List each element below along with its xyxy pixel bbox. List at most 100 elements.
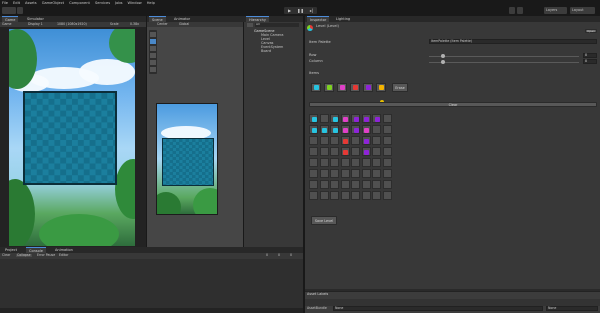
save-level-button[interactable]: Save Level — [311, 216, 337, 225]
item-palette-field[interactable]: ItemPalette (Item Palette) — [429, 39, 597, 44]
account-button[interactable] — [2, 7, 16, 14]
grid-cell[interactable] — [382, 180, 392, 189]
hierarchy-item-board[interactable]: Board — [261, 49, 271, 53]
hierarchy-search-input[interactable]: All — [255, 23, 299, 27]
grid-cell[interactable] — [361, 169, 371, 178]
column-value[interactable]: 8 — [583, 59, 597, 64]
rotate-tool-icon[interactable] — [150, 46, 156, 51]
console-log-count[interactable]: 0 — [266, 253, 268, 257]
move-tool-icon[interactable] — [150, 39, 156, 44]
asset-bundle-dropdown[interactable]: None — [333, 306, 543, 311]
grid-cell[interactable] — [319, 114, 329, 123]
grid-cell[interactable] — [319, 191, 329, 200]
grid-cell[interactable] — [382, 136, 392, 145]
grid-cell[interactable] — [372, 125, 381, 134]
layers-dropdown[interactable]: Layers — [544, 7, 567, 14]
grid-cell[interactable] — [330, 136, 339, 145]
grid-cell[interactable] — [330, 191, 339, 200]
resolution-dropdown[interactable]: 1080 (1080x1920) — [57, 22, 87, 26]
grid-cell[interactable] — [309, 136, 318, 145]
grid-cell[interactable] — [351, 147, 360, 156]
grid-cell[interactable] — [319, 169, 329, 178]
transform-tool-icon[interactable] — [150, 67, 156, 72]
cloud-icon[interactable] — [17, 7, 23, 14]
console-clear-button[interactable]: Clear — [2, 253, 10, 257]
grid-cell[interactable] — [382, 114, 392, 123]
grid-cell[interactable] — [372, 136, 381, 145]
grid-cell[interactable] — [372, 191, 381, 200]
item-button[interactable] — [311, 83, 321, 92]
grid-cell[interactable] — [382, 191, 392, 200]
grid-cell[interactable] — [319, 136, 329, 145]
grid-cell[interactable] — [340, 158, 350, 167]
pivot-dropdown[interactable]: Center — [157, 22, 168, 26]
console-collapse-toggle[interactable]: Collapse — [16, 253, 32, 258]
menu-help[interactable]: Help — [147, 1, 155, 5]
grid-cell[interactable] — [351, 180, 360, 189]
column-slider-track[interactable] — [429, 62, 579, 63]
scale-tool-icon[interactable] — [150, 53, 156, 58]
clear-button[interactable]: Clear — [309, 102, 597, 107]
search-icon[interactable] — [517, 7, 523, 14]
grid-cell[interactable] — [351, 191, 360, 200]
menu-component[interactable]: Component — [69, 1, 90, 5]
grid-cell[interactable] — [382, 169, 392, 178]
grid-cell[interactable] — [340, 180, 350, 189]
column-slider-thumb[interactable] — [441, 60, 445, 64]
console-error-count[interactable]: 0 — [290, 253, 292, 257]
pause-button[interactable]: ❚❚ — [295, 7, 306, 14]
grid-cell[interactable] — [340, 169, 350, 178]
grid-cell[interactable] — [351, 158, 360, 167]
grid-cell[interactable] — [372, 180, 381, 189]
asset-variant-dropdown[interactable]: None — [546, 306, 598, 311]
menu-gameobject[interactable]: GameObject — [42, 1, 64, 5]
display-dropdown[interactable]: Display 1 — [28, 22, 43, 26]
grid-cell[interactable] — [361, 158, 371, 167]
grid-cell[interactable] — [340, 191, 350, 200]
menu-window[interactable]: Window — [128, 1, 142, 5]
grid-cell[interactable] — [382, 125, 392, 134]
item-button[interactable] — [363, 83, 373, 92]
menu-assets[interactable]: Assets — [25, 1, 37, 5]
grid-cell[interactable] — [372, 158, 381, 167]
item-button[interactable] — [337, 83, 347, 92]
menu-file[interactable]: File — [2, 1, 8, 5]
item-button[interactable] — [376, 83, 386, 92]
game-mode-dropdown[interactable]: Game — [2, 22, 12, 26]
grid-cell[interactable] — [330, 180, 339, 189]
grid-cell[interactable] — [309, 191, 318, 200]
open-button[interactable]: Open — [585, 29, 597, 33]
grid-cell[interactable] — [309, 169, 318, 178]
grid-cell[interactable] — [319, 180, 329, 189]
grid-cell[interactable] — [361, 191, 371, 200]
console-error-pause-toggle[interactable]: Error Pause — [37, 253, 55, 257]
item-button[interactable] — [324, 83, 334, 92]
grid-cell[interactable] — [319, 158, 329, 167]
row-value[interactable]: 8 — [583, 53, 597, 58]
console-editor-dropdown[interactable]: Editor — [59, 253, 68, 257]
grid-cell[interactable] — [330, 158, 339, 167]
add-icon[interactable] — [247, 23, 253, 27]
item-button[interactable] — [350, 83, 360, 92]
console-log-area[interactable] — [0, 259, 303, 313]
menu-jobs[interactable]: Jobs — [115, 1, 122, 5]
grid-cell[interactable] — [309, 180, 318, 189]
space-dropdown[interactable]: Global — [179, 22, 189, 26]
rect-tool-icon[interactable] — [150, 60, 156, 65]
grid-cell[interactable] — [361, 180, 371, 189]
grid-cell[interactable] — [330, 169, 339, 178]
row-slider-thumb[interactable] — [441, 54, 445, 58]
erase-button[interactable]: Erase — [392, 83, 408, 92]
grid-cell[interactable] — [309, 158, 318, 167]
menu-services[interactable]: Services — [95, 1, 110, 5]
step-button[interactable]: ▸| — [306, 7, 317, 14]
grid-cell[interactable] — [319, 147, 329, 156]
grid-cell[interactable] — [351, 169, 360, 178]
history-icon[interactable] — [509, 7, 515, 14]
layout-dropdown[interactable]: Layout — [570, 7, 595, 14]
grid-cell[interactable] — [382, 147, 392, 156]
play-button[interactable]: ▶ — [284, 7, 295, 14]
grid-cell[interactable] — [372, 169, 381, 178]
menu-edit[interactable]: Edit — [13, 1, 20, 5]
row-slider-track[interactable] — [429, 56, 579, 57]
